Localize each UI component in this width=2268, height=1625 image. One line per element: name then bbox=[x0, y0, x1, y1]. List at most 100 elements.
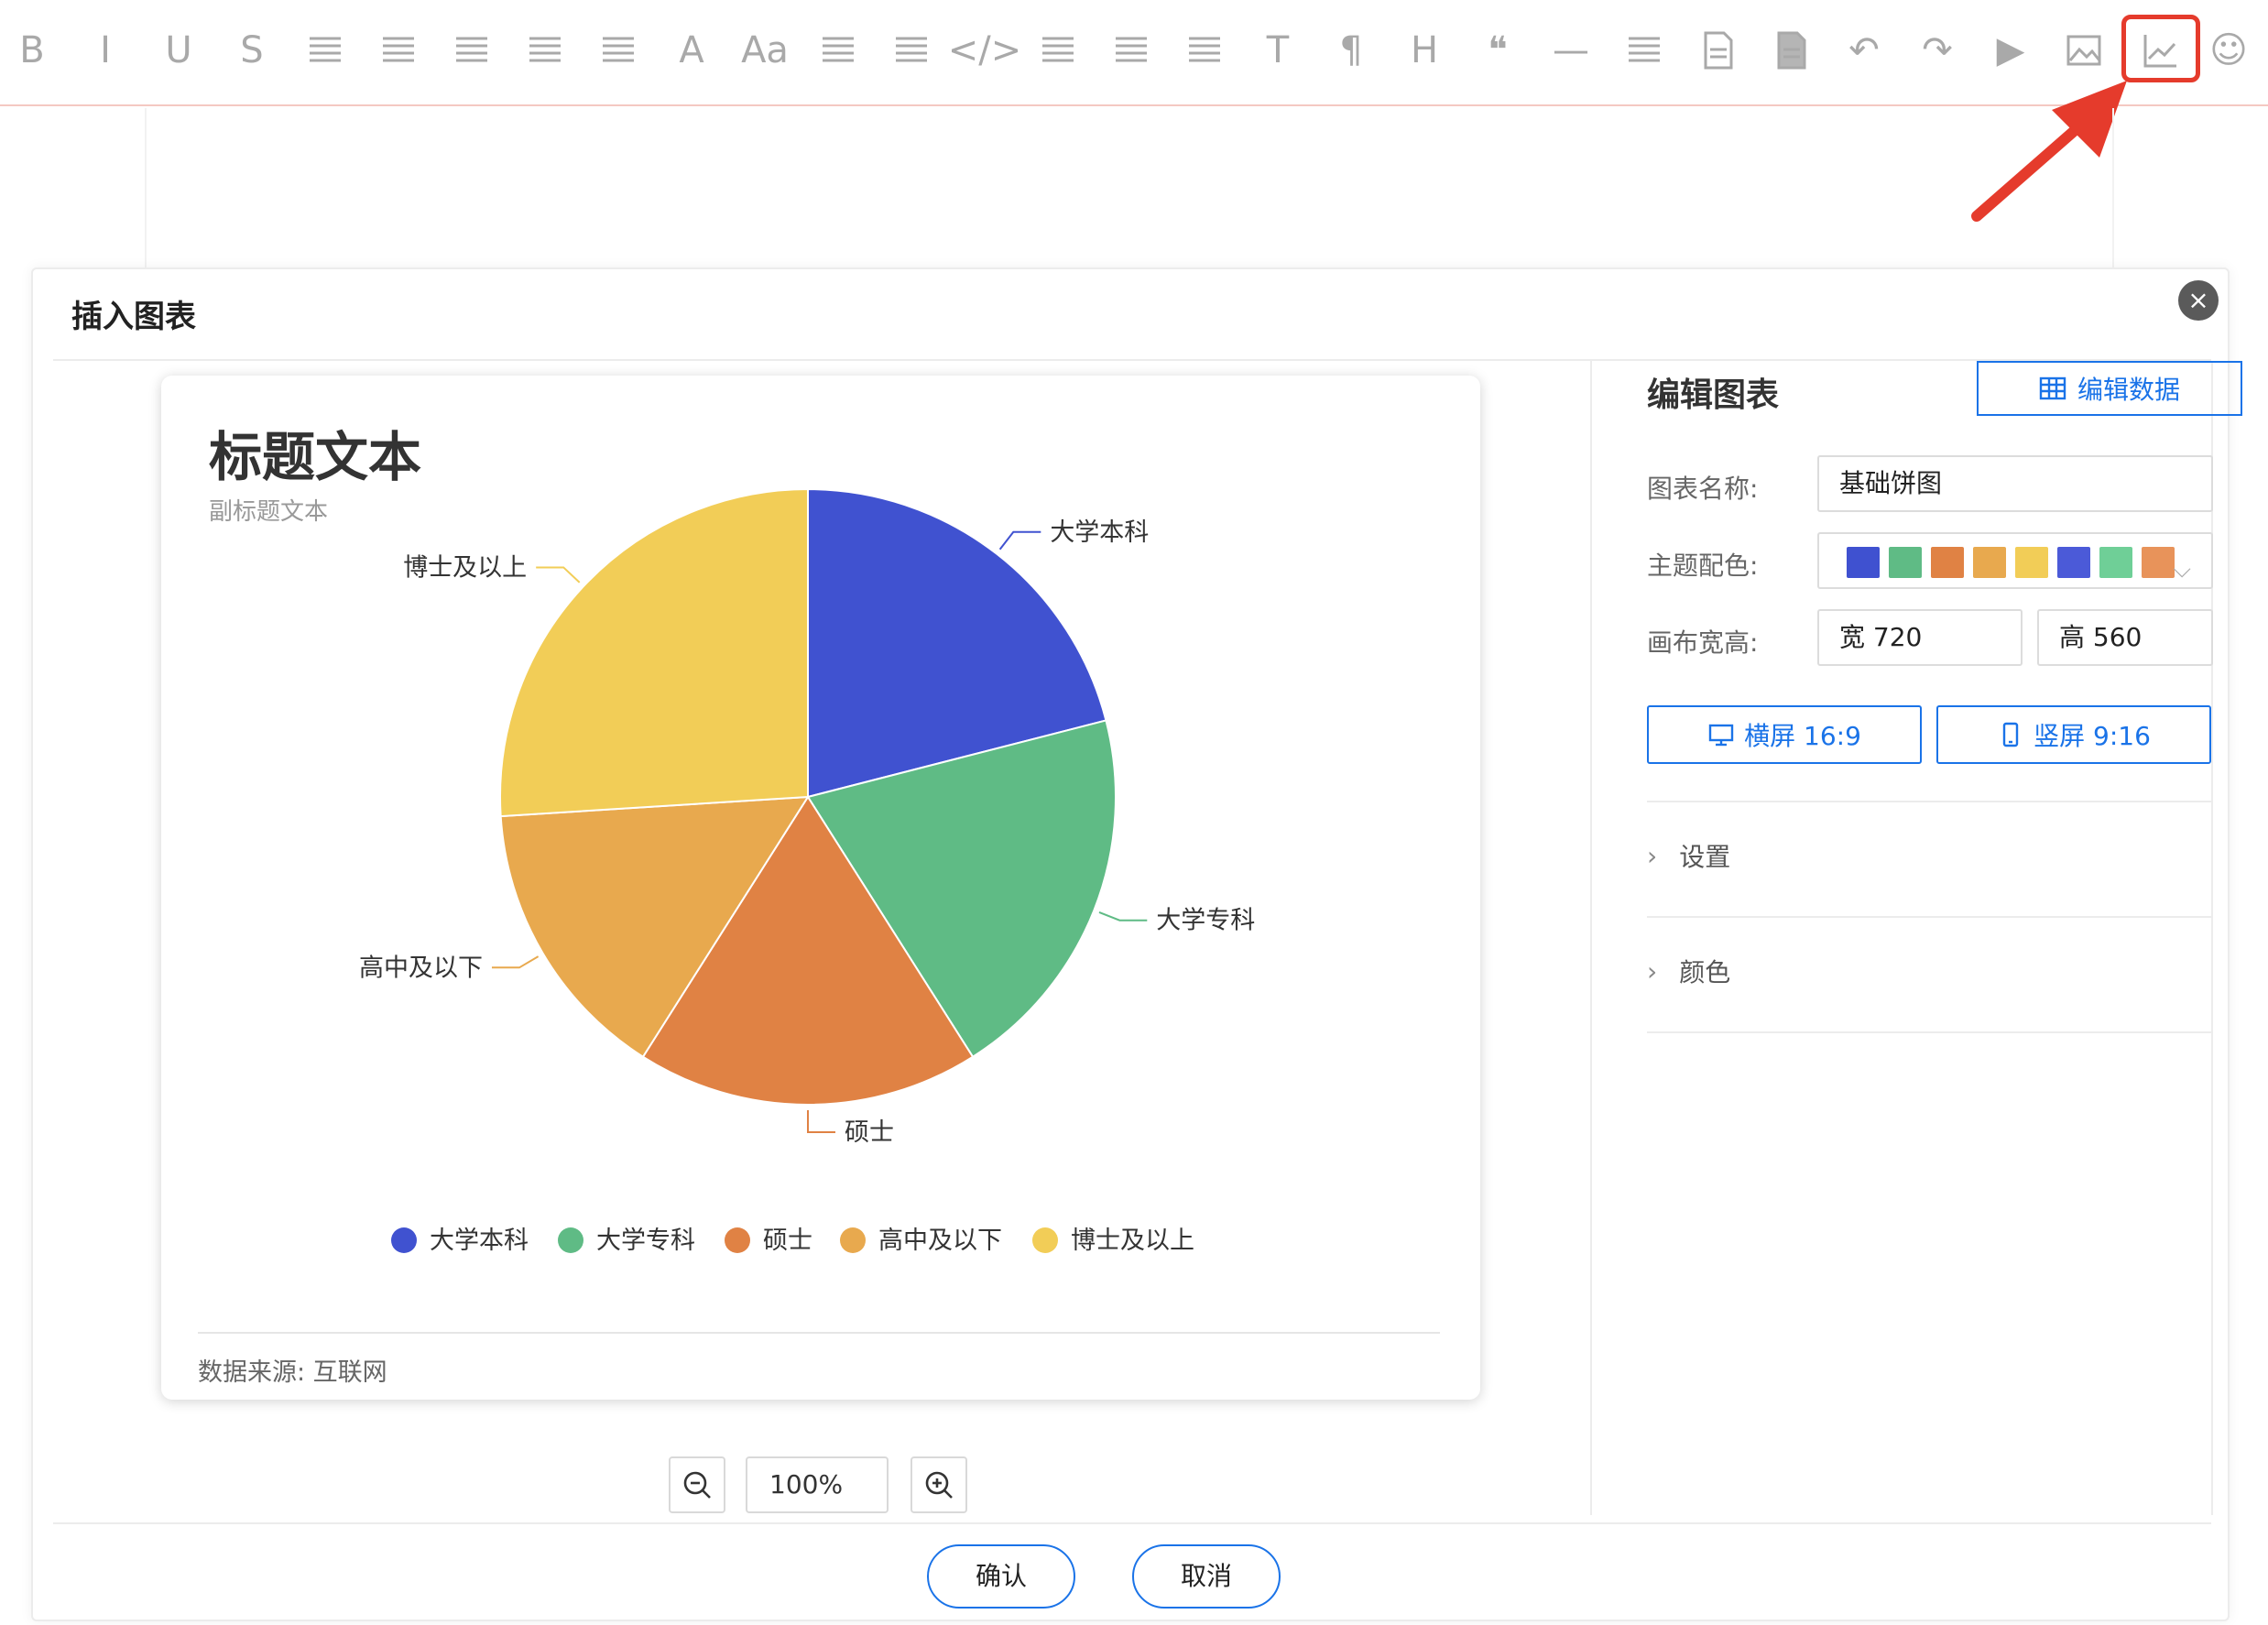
panel-divider bbox=[1647, 801, 2211, 802]
chart-button-highlight bbox=[2121, 15, 2200, 82]
chart-footer-divider bbox=[198, 1332, 1440, 1334]
slice-label: 硕士 bbox=[845, 1118, 894, 1147]
indent-icon[interactable] bbox=[808, 20, 868, 81]
slice-label: 大学本科 bbox=[1050, 518, 1149, 547]
align-justify-icon[interactable] bbox=[588, 20, 649, 81]
editor-toolbar: B I U S A Aa </> T ¶ H ❝ — ↶ ↷ ▶ ☺ bbox=[0, 0, 2268, 106]
canvas-height-input[interactable]: 高 560 bbox=[2037, 609, 2213, 666]
color-swatch bbox=[2099, 547, 2132, 578]
legend-marker[interactable] bbox=[840, 1227, 866, 1253]
font-color-icon[interactable]: A bbox=[661, 20, 722, 81]
portrait-button[interactable]: 竖屏 9:16 bbox=[1936, 705, 2211, 764]
image-icon[interactable] bbox=[2054, 20, 2114, 81]
portrait-label: 竖屏 9:16 bbox=[2034, 721, 2151, 751]
color-swatch bbox=[1847, 547, 1880, 578]
strikethrough-icon[interactable]: S bbox=[222, 20, 282, 81]
panel-divider bbox=[1647, 1031, 2211, 1033]
dialog-footer-divider bbox=[53, 1522, 2211, 1524]
canvas-width-input[interactable]: 宽 720 bbox=[1817, 609, 2023, 666]
insert-chart-dialog: 插入图表 × 大学本科 大学专科 硕士 高中及以下 博士及以上 大学本科 大学专科 硕士 高中及… bbox=[31, 267, 2242, 1621]
legend-label[interactable]: 大学本科 bbox=[430, 1227, 529, 1255]
legend-marker[interactable] bbox=[391, 1227, 417, 1253]
theme-color-select[interactable]: ⌵ bbox=[1817, 532, 2213, 589]
chart-name-input[interactable]: 基础饼图 bbox=[1817, 455, 2213, 512]
clear-format-icon[interactable]: T bbox=[1248, 20, 1308, 81]
legend-marker[interactable] bbox=[1032, 1227, 1058, 1253]
settings-label: 设置 bbox=[1679, 842, 1731, 872]
cancel-button[interactable]: 取消 bbox=[1132, 1544, 1281, 1609]
heading-icon[interactable]: H bbox=[1394, 20, 1455, 81]
confirm-button[interactable]: 确认 bbox=[927, 1544, 1075, 1609]
slice-label: 大学专科 bbox=[1156, 907, 1255, 935]
edit-data-button[interactable]: 编辑数据 bbox=[1977, 361, 2242, 416]
font-size-icon[interactable]: Aa bbox=[735, 20, 795, 81]
theme-swatches bbox=[1847, 547, 2175, 578]
close-icon[interactable]: × bbox=[2178, 280, 2219, 321]
theme-color-label: 主题配色: bbox=[1647, 551, 1759, 581]
legend-label[interactable]: 高中及以下 bbox=[878, 1227, 1002, 1255]
wrap-icon[interactable] bbox=[1614, 20, 1674, 81]
paragraph-icon[interactable]: ¶ bbox=[1321, 20, 1381, 81]
color-swatch bbox=[1973, 547, 2006, 578]
underline-icon[interactable]: U bbox=[148, 20, 209, 81]
bullet-list-icon[interactable] bbox=[1028, 20, 1088, 81]
legend-label[interactable]: 大学专科 bbox=[596, 1227, 695, 1255]
pointer-arrow bbox=[1971, 81, 2127, 222]
editor-margin-left bbox=[145, 108, 147, 268]
slice-label-line bbox=[998, 530, 1041, 551]
legend-marker[interactable] bbox=[725, 1227, 750, 1253]
align-right-icon[interactable] bbox=[515, 20, 575, 81]
slice-label-line bbox=[536, 566, 581, 583]
emoji-icon[interactable]: ☺ bbox=[2198, 20, 2259, 81]
monitor-icon bbox=[1708, 724, 1734, 747]
slice-label: 博士及以上 bbox=[403, 553, 527, 582]
bold-icon[interactable]: B bbox=[2, 20, 62, 81]
chevron-down-icon: ⌵ bbox=[2173, 556, 2191, 583]
chart-name-label: 图表名称: bbox=[1647, 474, 1759, 504]
legend-marker[interactable] bbox=[558, 1227, 583, 1253]
align-left-icon[interactable] bbox=[368, 20, 429, 81]
color-swatch bbox=[2057, 547, 2090, 578]
settings-section-toggle[interactable]: › 设置 bbox=[1647, 837, 1730, 874]
outdent-icon[interactable] bbox=[881, 20, 942, 81]
line-height-icon[interactable] bbox=[295, 20, 355, 81]
chart-edit-panel: 编辑图表 编辑数据 图表名称: 基础饼图 主题配色: ⌵ 画布宽高: 宽 720… bbox=[1590, 361, 2242, 1515]
chevron-right-icon: › bbox=[1647, 840, 1658, 871]
chevron-right-icon: › bbox=[1647, 955, 1658, 987]
zoom-out-icon bbox=[683, 1471, 711, 1499]
slice-label-line bbox=[491, 955, 540, 969]
canvas-size-label: 画布宽高: bbox=[1647, 627, 1759, 658]
legend-label[interactable]: 硕士 bbox=[763, 1227, 812, 1255]
landscape-label: 横屏 16:9 bbox=[1744, 721, 1861, 751]
document-icon[interactable] bbox=[1687, 20, 1748, 81]
colors-section-toggle[interactable]: › 颜色 bbox=[1647, 953, 1730, 989]
legend-label[interactable]: 博士及以上 bbox=[1071, 1227, 1194, 1255]
dialog-title: 插入图表 bbox=[71, 299, 196, 335]
align-center-icon[interactable] bbox=[442, 20, 502, 81]
color-swatch bbox=[1889, 547, 1922, 578]
horizontal-rule-icon[interactable]: — bbox=[1541, 20, 1601, 81]
video-icon[interactable]: ▶ bbox=[1980, 20, 2041, 81]
chart-subtitle: 副标题文本 bbox=[209, 498, 329, 526]
table-icon bbox=[2039, 376, 2066, 400]
pie-chart: 大学本科大学专科硕士高中及以下博士及以上大学本科 大学专科 硕士 高中及以下 博士及以上 bbox=[359, 487, 1255, 1255]
zoom-out-button[interactable] bbox=[669, 1456, 725, 1513]
document-filled-icon[interactable] bbox=[1761, 20, 1821, 81]
chart-source: 数据来源: 互联网 bbox=[198, 1358, 387, 1387]
phone-icon bbox=[2002, 722, 2019, 747]
landscape-button[interactable]: 横屏 16:9 bbox=[1647, 705, 1922, 764]
code-block-icon[interactable] bbox=[1174, 20, 1235, 81]
color-swatch bbox=[2142, 547, 2175, 578]
zoom-in-icon bbox=[925, 1471, 953, 1499]
italic-icon[interactable]: I bbox=[75, 20, 136, 81]
zoom-in-button[interactable] bbox=[910, 1456, 967, 1513]
numbered-list-icon[interactable] bbox=[1101, 20, 1161, 81]
zoom-level[interactable]: 100% bbox=[746, 1456, 889, 1513]
pie-slice[interactable] bbox=[499, 487, 809, 818]
slice-label-line bbox=[807, 1110, 835, 1133]
chart-preview-card: 大学本科 大学专科 硕士 高中及以下 博士及以上 大学本科 大学专科 硕士 高中及以下 博士及以上… bbox=[161, 376, 1480, 1400]
code-icon[interactable]: </> bbox=[948, 20, 1022, 81]
undo-icon[interactable]: ↶ bbox=[1834, 20, 1894, 81]
quote-icon[interactable]: ❝ bbox=[1467, 20, 1528, 81]
redo-icon[interactable]: ↷ bbox=[1907, 20, 1968, 81]
